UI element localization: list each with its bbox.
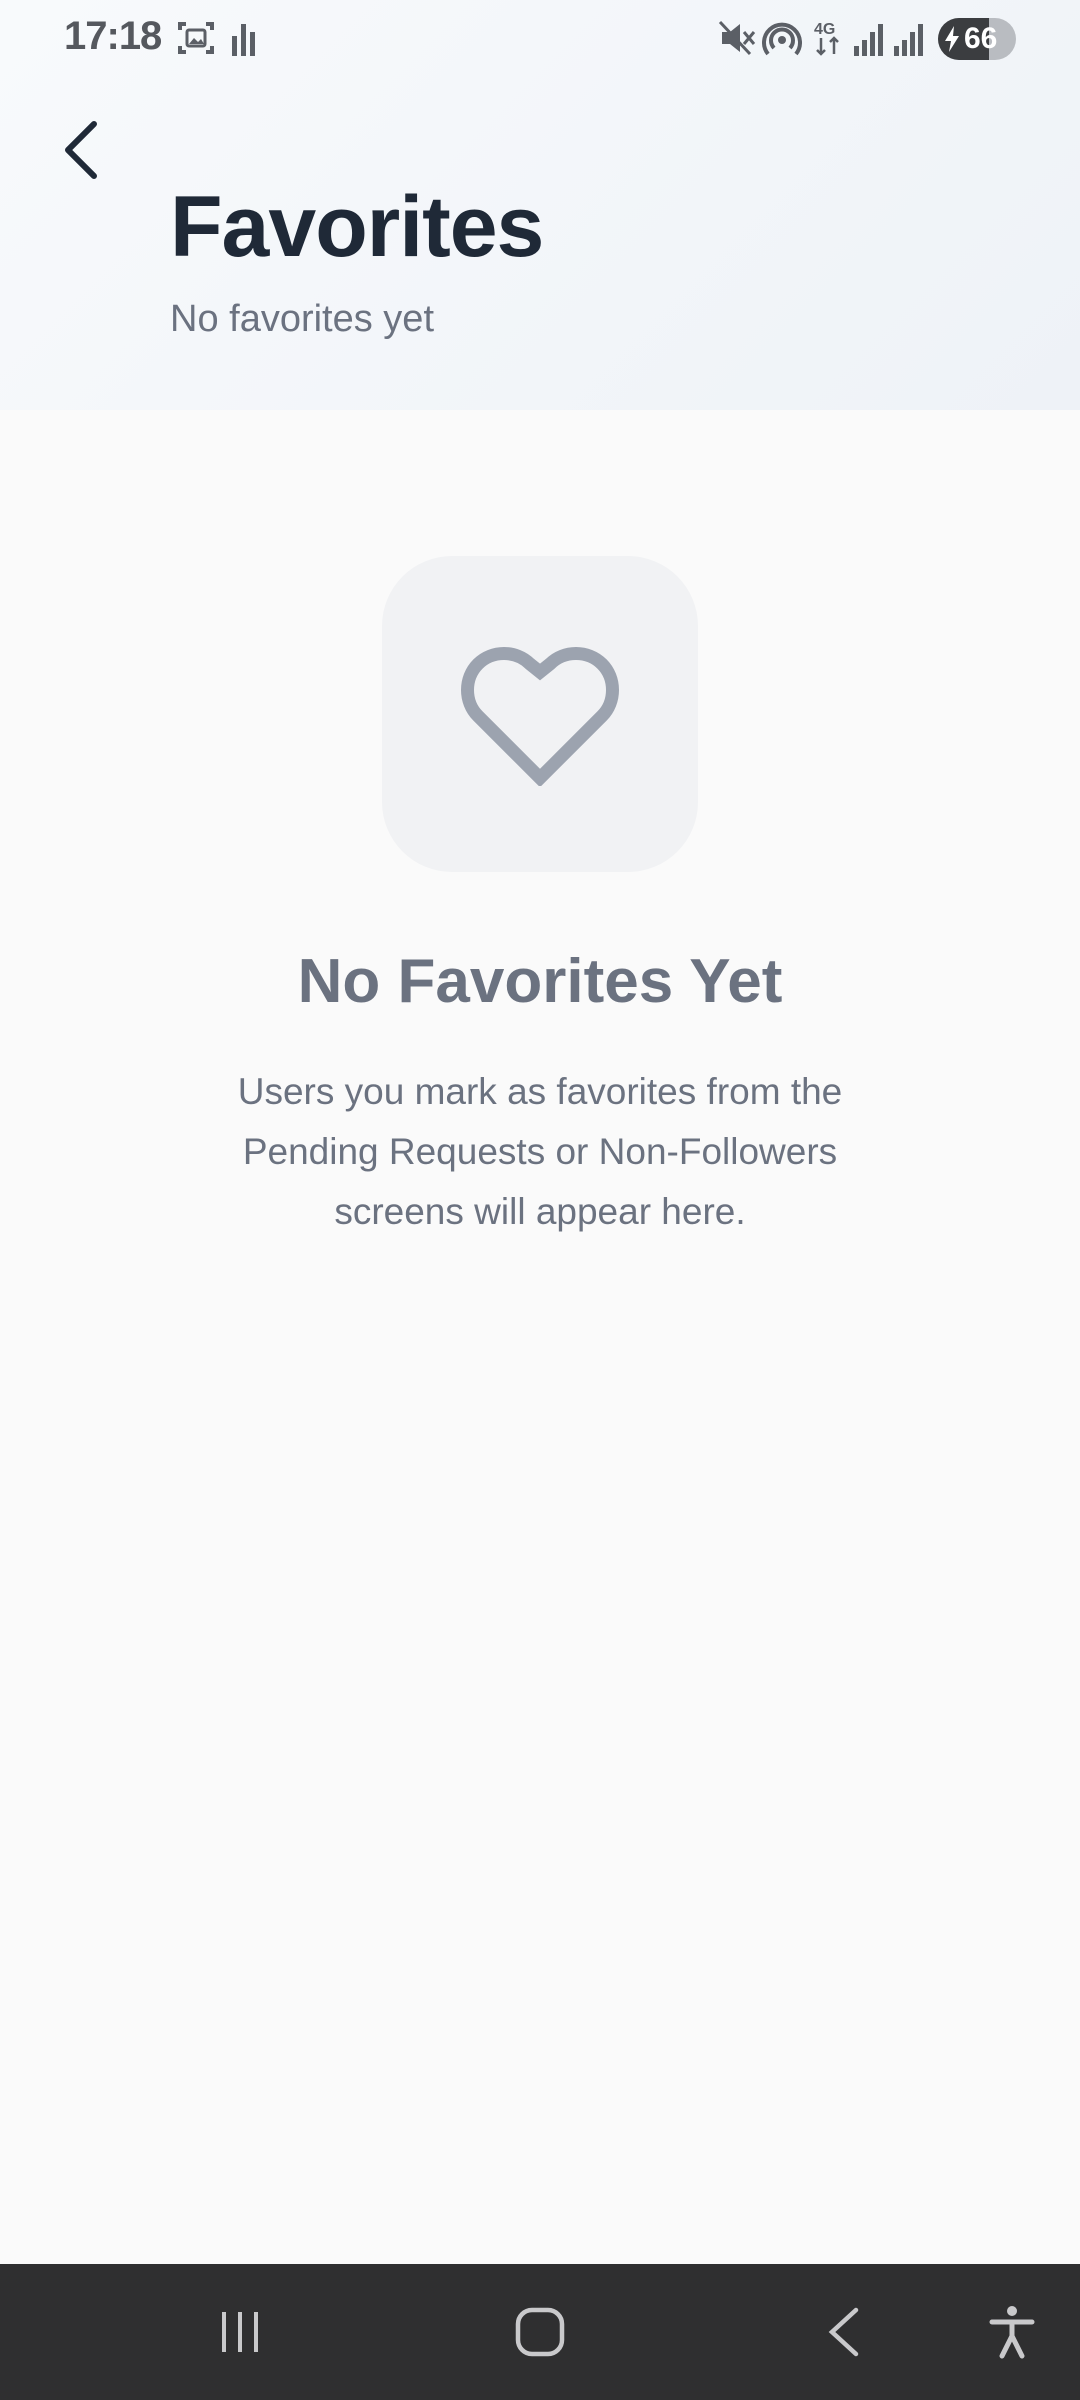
svg-text:4G: 4G — [814, 21, 835, 38]
network-4g-icon: 4G — [812, 18, 846, 63]
back-icon — [828, 2307, 859, 2357]
battery-level: 66 — [964, 22, 998, 55]
mute-icon — [718, 18, 758, 63]
hotspot-icon — [762, 18, 802, 63]
signal-icon — [892, 18, 928, 63]
recents-icon — [222, 2312, 258, 2352]
page-subtitle: No favorites yet — [170, 298, 434, 340]
bars-icon — [230, 18, 258, 63]
accessibility-button[interactable] — [972, 2264, 1052, 2400]
home-icon — [515, 2307, 565, 2357]
chevron-left-icon — [65, 121, 97, 179]
favorites-screen: 17:18 4G 66 Favorites No favorites yet N… — [0, 0, 1080, 2400]
status-bar: 17:18 4G 66 — [0, 0, 1080, 80]
heart-icon — [461, 647, 619, 786]
system-back-button[interactable] — [804, 2264, 884, 2400]
status-time: 17:18 — [64, 14, 162, 58]
empty-state-title: No Favorites Yet — [297, 947, 783, 1016]
signal-icon — [852, 18, 888, 63]
recents-button[interactable] — [200, 2264, 280, 2400]
navigation-bar — [0, 2264, 1080, 2400]
empty-state-icon-box — [382, 556, 698, 872]
header: 17:18 4G 66 Favorites No favorites yet — [0, 0, 1080, 410]
accessibility-icon — [989, 2306, 1035, 2359]
page-title: Favorites — [170, 179, 544, 275]
screenshot-icon — [176, 18, 216, 63]
home-button[interactable] — [500, 2264, 580, 2400]
battery-icon: 66 — [938, 18, 1016, 60]
back-button[interactable] — [50, 112, 110, 188]
empty-state-description: Users you mark as favorites from the Pen… — [237, 1071, 843, 1232]
